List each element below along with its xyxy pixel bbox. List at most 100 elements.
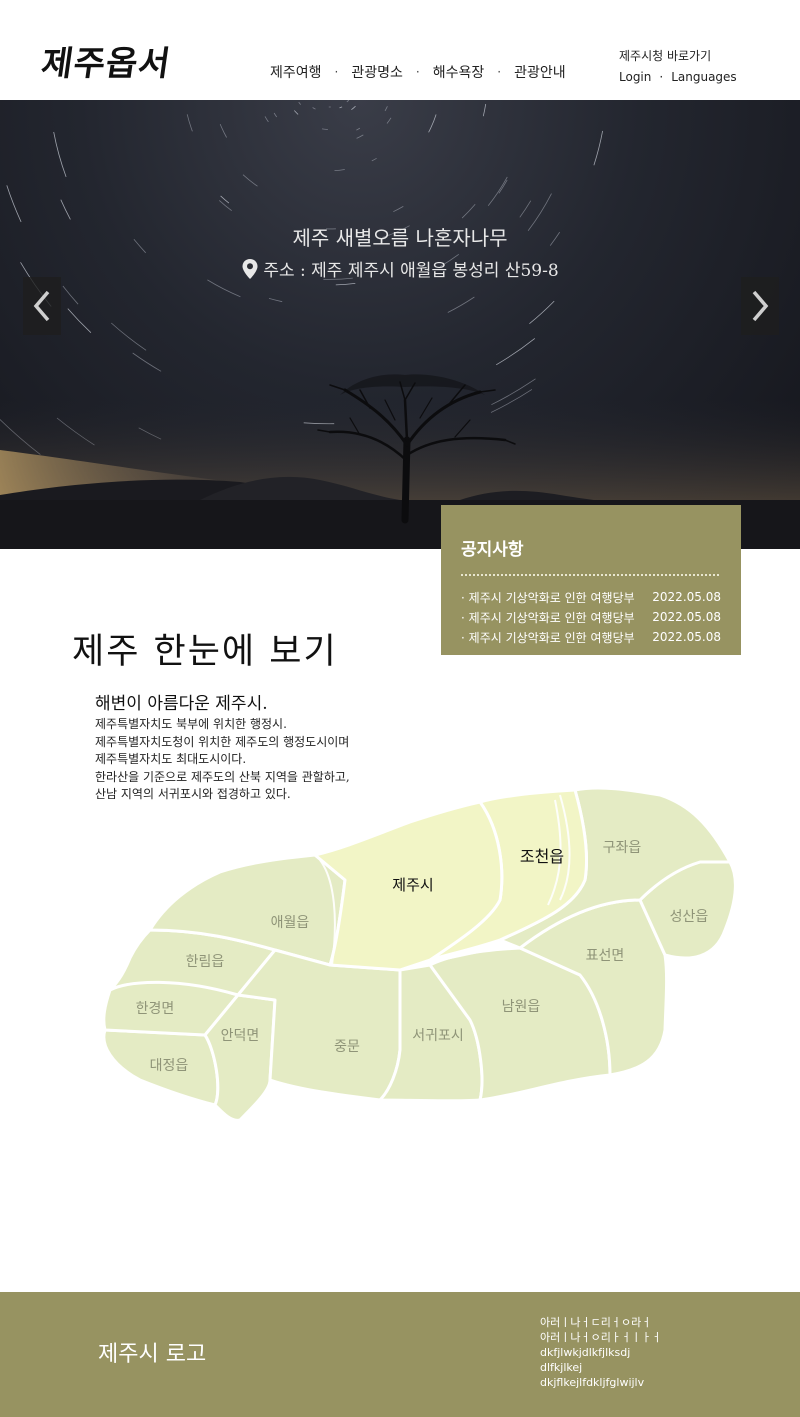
- jeju-map: 제주시 조천읍 구좌읍 성산읍 표선면 남원읍 서귀포시 중문 안덕면 대정읍 …: [102, 786, 737, 1120]
- star-trail: [219, 123, 227, 138]
- star-trail: [461, 204, 476, 219]
- star-trail: [186, 114, 193, 132]
- star-trail: [53, 131, 67, 178]
- notice-title[interactable]: 공지사항: [461, 535, 721, 560]
- star-trail: [593, 130, 603, 166]
- location-pin-icon: [242, 258, 258, 279]
- star-trail: [482, 104, 487, 117]
- star-trail: [207, 279, 241, 298]
- hero-address-text: 주소 : 제주 제주시 애월읍 봉성리 산59-8: [263, 261, 559, 281]
- map-label-jeju-si: 제주시: [392, 876, 433, 894]
- map-label-hallim: 한림읍: [186, 954, 225, 970]
- map-label-seongsan: 성산읍: [670, 909, 709, 925]
- nav-item-jeju-travel[interactable]: 제주여행: [270, 62, 322, 82]
- next-slide-button[interactable]: [741, 277, 779, 335]
- map-label-jocheon: 조천읍: [520, 847, 564, 866]
- nav-item-attractions[interactable]: 관광명소: [351, 62, 403, 82]
- footer-info-line: dkjflkejlfdkljfglwijlv: [540, 1376, 645, 1389]
- star-trail: [220, 195, 230, 204]
- star-trail: [312, 107, 316, 110]
- footer-logo: 제주시 로고: [98, 1342, 207, 1367]
- section-subtitle: 해변이 아름다운 제주시.: [95, 694, 268, 714]
- notice-item-date: 2022.05.08: [652, 590, 721, 604]
- star-trail: [447, 296, 475, 313]
- star-trail: [293, 110, 299, 115]
- site-logo[interactable]: 제주옵서: [39, 36, 175, 85]
- star-trail: [334, 169, 345, 171]
- util-separator: ·: [659, 70, 664, 84]
- nav-separator: ·: [334, 65, 339, 79]
- login-link[interactable]: Login: [619, 67, 651, 88]
- map-label-pyoseon: 표선면: [586, 948, 625, 964]
- hero-address: 주소 : 제주 제주시 애월읍 봉성리 산59-8: [0, 256, 800, 281]
- star-trail: [384, 106, 388, 112]
- map-label-gujwa: 구좌읍: [603, 840, 642, 856]
- star-trail: [264, 116, 269, 123]
- notice-item-title: · 제주시 기상악화로 인한 여행당부: [461, 630, 635, 645]
- languages-link[interactable]: Languages: [671, 67, 736, 88]
- star-trail: [356, 127, 361, 131]
- star-trail: [335, 283, 356, 286]
- notice-divider: [461, 574, 719, 576]
- utility-links: 제주시청 바로가기 Login · Languages: [619, 46, 737, 88]
- site-header: 제주옵서 제주여행 · 관광명소 · 해수욕장 · 관광안내 제주시청 바로가기…: [0, 0, 800, 100]
- star-trail: [529, 300, 555, 325]
- map-label-andeok: 안덕면: [221, 1028, 260, 1044]
- star-trail: [321, 128, 328, 130]
- hero-title: 제주 새별오름 나혼자나무: [292, 226, 508, 250]
- star-trail: [268, 298, 283, 303]
- nav-item-tour-info[interactable]: 관광안내: [514, 62, 566, 82]
- star-trail: [273, 112, 278, 118]
- site-footer: 제주시 로고 아러ㅣ나ㅓㄷ리ㅓㅇ라ㅓ 아러ㅣ나ㅓㅇ리ㅏㅓㅣㅏㅓ dkfjlwkj…: [0, 1292, 800, 1417]
- description-line: 제주특별자치도 북부에 위치한 행정시.: [95, 717, 287, 731]
- nav-separator: ·: [415, 65, 420, 79]
- notice-list: · 제주시 기상악화로 인한 여행당부 2022.05.08 · 제주시 기상악…: [461, 587, 721, 647]
- map-label-namwon: 남원읍: [502, 999, 541, 1015]
- star-trail: [487, 176, 508, 206]
- star-trail: [132, 352, 162, 372]
- notice-item[interactable]: · 제주시 기상악화로 인한 여행당부 2022.05.08: [461, 627, 721, 647]
- star-trail: [219, 200, 232, 212]
- hero-background-image: [0, 100, 800, 549]
- star-trail: [351, 105, 356, 111]
- star-trail: [498, 179, 508, 194]
- star-trail: [339, 106, 343, 109]
- star-trail: [111, 322, 147, 351]
- footer-info-line: dlfkjlkej: [540, 1361, 583, 1374]
- city-hall-link[interactable]: 제주시청 바로가기: [619, 46, 737, 67]
- notice-item[interactable]: · 제주시 기상악화로 인한 여행당부 2022.05.08: [461, 607, 721, 627]
- map-label-daejeong: 대정읍: [150, 1058, 189, 1074]
- map-label-hangyeong: 한경면: [136, 1001, 175, 1017]
- prev-slide-button[interactable]: [23, 277, 61, 335]
- map-label-seogwipo: 서귀포시: [412, 1028, 464, 1044]
- notice-item-date: 2022.05.08: [652, 630, 721, 644]
- notice-item-title: · 제주시 기상악화로 인한 여행당부: [461, 610, 635, 625]
- notice-panel: 공지사항 · 제주시 기상악화로 인한 여행당부 2022.05.08 · 제주…: [441, 505, 741, 655]
- chevron-right-icon: [752, 290, 769, 322]
- nav-separator: ·: [497, 65, 502, 79]
- nav-item-beaches[interactable]: 해수욕장: [433, 62, 485, 82]
- footer-info-line: 아러ㅣ나ㅓㅇ리ㅏㅓㅣㅏㅓ: [540, 1331, 662, 1344]
- notice-item[interactable]: · 제주시 기상악화로 인한 여행당부 2022.05.08: [461, 587, 721, 607]
- star-trail: [371, 157, 377, 162]
- description-line: 제주특별자치도 최대도시이다.: [95, 752, 247, 766]
- footer-info-line: 아러ㅣ나ㅓㄷ리ㅓㅇ라ㅓ: [540, 1316, 652, 1329]
- map-label-jungmun: 중문: [334, 1039, 360, 1055]
- star-trail: [495, 338, 536, 366]
- star-trail: [519, 200, 532, 218]
- star-trail: [60, 199, 71, 220]
- star-trail: [386, 117, 392, 124]
- chevron-left-icon: [33, 290, 50, 322]
- star-trail: [356, 134, 364, 139]
- notice-item-title: · 제주시 기상악화로 인한 여행당부: [461, 590, 635, 605]
- hero-banner: 제주 새별오름 나혼자나무 주소 : 제주 제주시 애월읍 봉성리 산59-8: [0, 100, 800, 549]
- main-nav: 제주여행 · 관광명소 · 해수욕장 · 관광안내: [270, 62, 566, 82]
- star-trail: [393, 206, 404, 213]
- star-trail: [428, 114, 437, 133]
- footer-info: 아러ㅣ나ㅓㄷ리ㅓㅇ라ㅓ 아러ㅣ나ㅓㅇ리ㅏㅓㅣㅏㅓ dkfjlwkjdlkfjlk…: [540, 1315, 661, 1390]
- star-trail: [298, 101, 302, 105]
- footer-info-line: dkfjlwkjdlkfjlksdj: [540, 1346, 631, 1359]
- section-title: 제주 한눈에 보기: [72, 632, 338, 672]
- description-line: 제주특별자치도청이 위치한 제주도의 행정도시이며: [95, 734, 350, 749]
- star-trail: [62, 285, 79, 305]
